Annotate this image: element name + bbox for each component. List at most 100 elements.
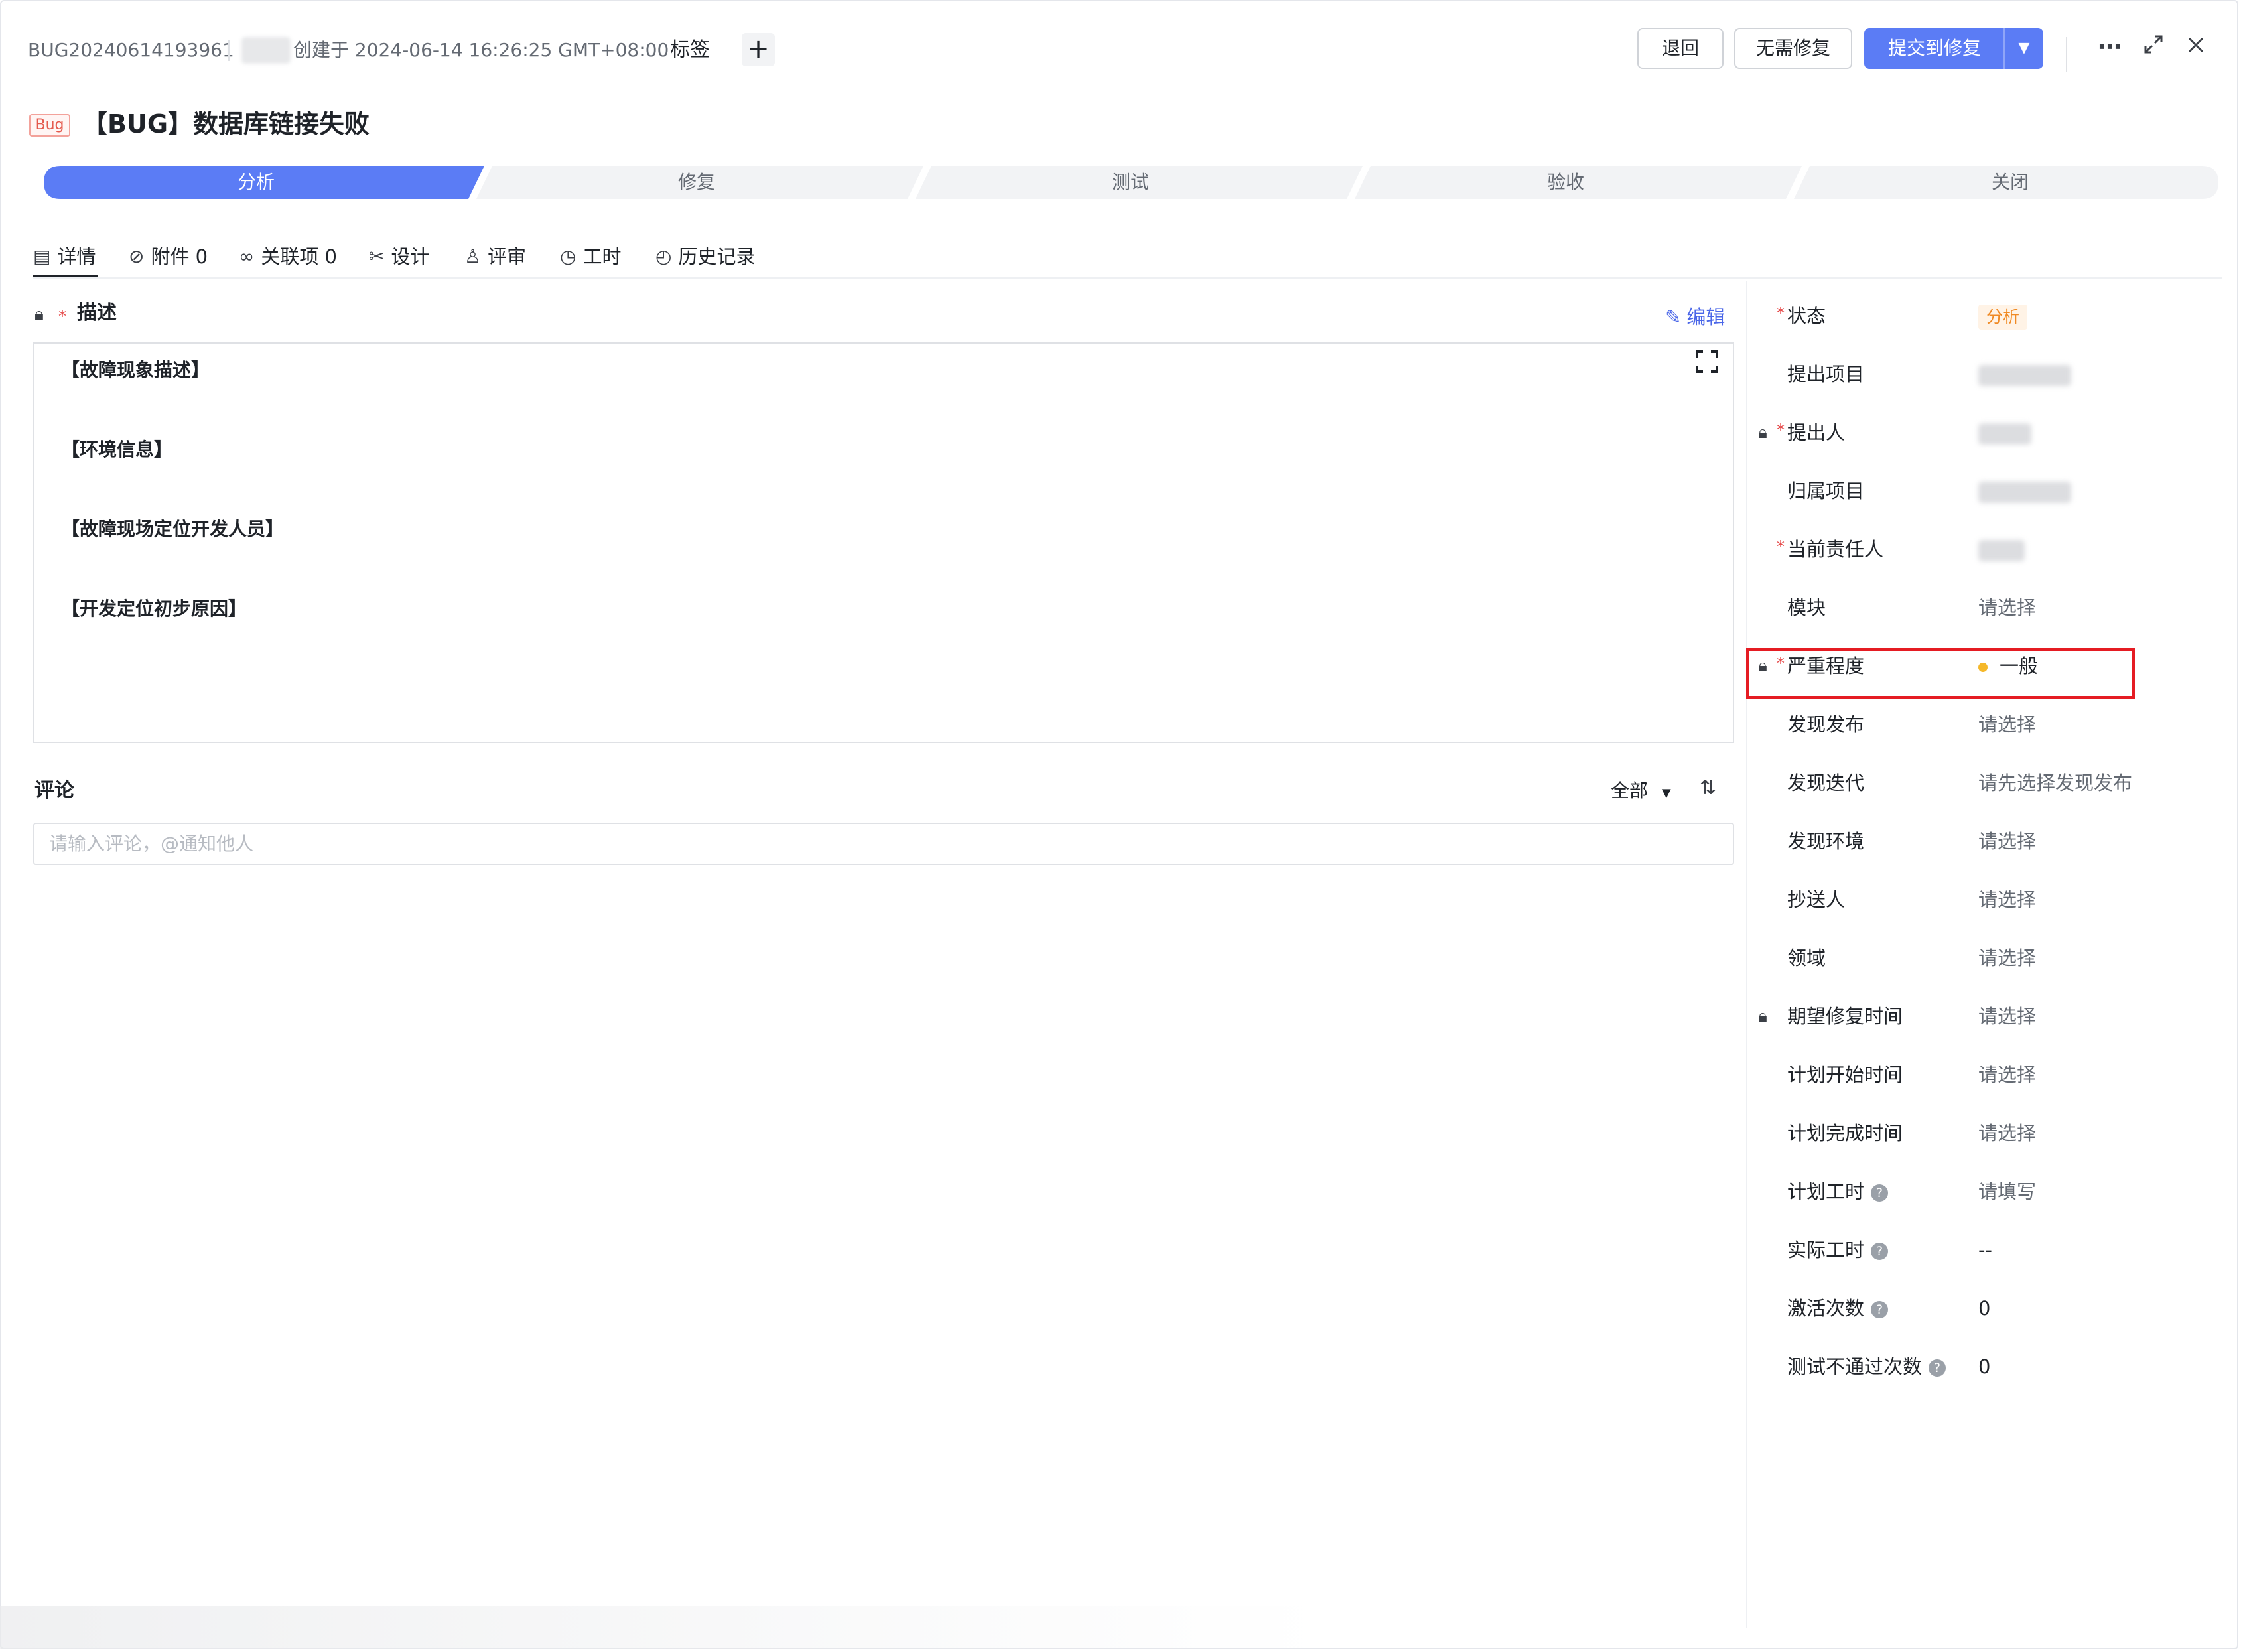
more-icon[interactable]: ⋯ xyxy=(2095,33,2124,62)
prop-domain[interactable]: 领域 请选择 xyxy=(1751,929,2216,987)
required-star: * xyxy=(58,307,66,326)
pencil-icon: ✎ xyxy=(1665,306,1682,328)
fullscreen-icon[interactable] xyxy=(1696,350,1718,379)
submit-dropdown-caret[interactable]: ▼ xyxy=(2003,28,2043,69)
prop-status[interactable]: * 状态 分析 xyxy=(1751,287,2216,345)
caret-down-icon: ▼ xyxy=(1661,786,1671,800)
prop-label: 发现迭代 xyxy=(1787,772,1865,794)
lock-icon: 🔒︎ xyxy=(34,305,44,324)
tab-label: 附件 0 xyxy=(151,245,208,268)
description-editor[interactable]: 【故障现象描述】 【环境信息】 【故障现场定位开发人员】 【开发定位初步原因】 xyxy=(33,342,1734,743)
help-icon[interactable]: ? xyxy=(1871,1301,1889,1318)
prop-value: 请选择 xyxy=(1978,830,2037,853)
prop-value: 请填写 xyxy=(1978,1180,2037,1203)
bottom-scroll-shadow xyxy=(0,1606,1327,1649)
tab-review[interactable]: ♙ 评审 xyxy=(464,241,526,272)
description-line: 【故障现场定位开发人员】 xyxy=(61,518,285,540)
review-icon: ♙ xyxy=(464,245,482,267)
required-star: * xyxy=(1777,537,1785,556)
close-icon[interactable] xyxy=(2181,33,2210,62)
tab-attachments[interactable]: ⊘ 附件 0 xyxy=(129,241,208,272)
tab-design[interactable]: ✂ 设计 xyxy=(369,241,429,272)
help-icon[interactable]: ? xyxy=(1871,1184,1889,1202)
help-icon[interactable]: ? xyxy=(1929,1359,1946,1377)
prop-value: 0 xyxy=(1978,1355,1991,1378)
required-star: * xyxy=(1777,421,1785,439)
edit-button[interactable]: ✎ 编辑 xyxy=(1665,303,1725,332)
tab-label: 工时 xyxy=(582,245,622,268)
comment-filter-dropdown[interactable]: 全部 ▼ xyxy=(1611,778,1671,807)
sidebar-divider xyxy=(1746,281,1747,1628)
prop-test-fail-count: 测试不通过次数? 0 xyxy=(1751,1338,2216,1396)
prop-value: 0 xyxy=(1978,1297,1991,1320)
prop-label: 计划完成时间 xyxy=(1787,1122,1903,1144)
stage-close[interactable]: 关闭 xyxy=(1798,166,2222,199)
prop-label: 发现环境 xyxy=(1787,830,1865,853)
redacted-value xyxy=(1978,540,2025,561)
prop-value: 请先选择发现发布 xyxy=(1978,772,2133,794)
clock-icon: ◷ xyxy=(560,245,577,267)
header-separator xyxy=(228,40,230,61)
active-tab-indicator xyxy=(33,275,98,277)
tab-history[interactable]: ◴ 历史记录 xyxy=(655,241,755,272)
redacted-value xyxy=(1978,365,2071,386)
prop-planned-hours[interactable]: 计划工时? 请填写 xyxy=(1751,1162,2216,1221)
prop-value: 请选择 xyxy=(1978,713,2037,736)
redacted-value xyxy=(1978,423,2031,445)
tabs-divider xyxy=(33,277,2222,279)
stage-accept[interactable]: 验收 xyxy=(1353,166,1778,199)
required-star: * xyxy=(1777,304,1785,322)
prop-value: 请选择 xyxy=(1978,596,2037,619)
comments-title: 评论 xyxy=(34,779,74,802)
description-line: 【故障现象描述】 xyxy=(61,359,210,381)
lock-icon: 🔒︎ xyxy=(1758,1006,1767,1026)
tab-details[interactable]: ▤ 详情 xyxy=(33,241,96,272)
prop-plan-end[interactable]: 计划完成时间 请选择 xyxy=(1751,1104,2216,1162)
prop-label: 提出项目 xyxy=(1787,363,1865,385)
back-button[interactable]: 退回 xyxy=(1637,28,1724,69)
link-icon: ∞ xyxy=(239,245,255,267)
tab-label: 详情 xyxy=(57,245,96,268)
prop-value: 请选择 xyxy=(1978,1122,2037,1144)
prop-value: 请选择 xyxy=(1978,1064,2037,1086)
prop-value: 请选择 xyxy=(1978,888,2037,911)
prop-module[interactable]: 模块 请选择 xyxy=(1751,579,2216,637)
prop-proposing-project[interactable]: 提出项目 xyxy=(1751,345,2216,403)
prop-owning-project[interactable]: 归属项目 xyxy=(1751,462,2216,520)
tab-worktime[interactable]: ◷ 工时 xyxy=(560,241,621,272)
prop-value: -- xyxy=(1978,1239,1992,1261)
prop-cc[interactable]: 抄送人 请选择 xyxy=(1751,870,2216,929)
stage-fix[interactable]: 修复 xyxy=(484,166,909,199)
prop-assignee[interactable]: * 当前责任人 xyxy=(1751,520,2216,579)
stage-analysis[interactable]: 分析 xyxy=(44,166,468,199)
details-icon: ▤ xyxy=(33,245,51,267)
prop-plan-start[interactable]: 计划开始时间 请选择 xyxy=(1751,1046,2216,1104)
description-line: 【环境信息】 xyxy=(61,439,173,460)
stage-test[interactable]: 测试 xyxy=(918,166,1343,199)
no-fix-button[interactable]: 无需修复 xyxy=(1734,28,1852,69)
comment-input[interactable]: 请输入评论，@通知他人 xyxy=(33,823,1734,865)
lock-icon: 🔒︎ xyxy=(1758,423,1767,443)
design-icon: ✂ xyxy=(369,245,385,267)
add-tag-button[interactable]: + xyxy=(742,33,775,66)
tab-links[interactable]: ∞ 关联项 0 xyxy=(239,241,337,272)
prop-proposer[interactable]: 🔒︎ * 提出人 xyxy=(1751,403,2216,462)
prop-label: 抄送人 xyxy=(1787,888,1846,911)
description-title: 描述 xyxy=(77,301,117,324)
redacted-value xyxy=(1978,482,2071,503)
prop-label: 状态 xyxy=(1787,305,1826,327)
created-time: 创建于 2024-06-14 16:26:25 GMT+08:00 xyxy=(293,39,669,61)
prop-found-environment[interactable]: 发现环境 请选择 xyxy=(1751,812,2216,870)
prop-found-iteration[interactable]: 发现迭代 请先选择发现发布 xyxy=(1751,754,2216,812)
expand-icon[interactable] xyxy=(2139,33,2168,62)
prop-label: 激活次数 xyxy=(1787,1297,1865,1320)
status-badge: 分析 xyxy=(1978,305,2028,330)
creator-name-redacted xyxy=(241,37,291,64)
sort-icon[interactable]: ⇅ xyxy=(1700,776,1716,799)
submit-fix-button[interactable]: 提交到修复 xyxy=(1864,28,2005,69)
filter-label: 全部 xyxy=(1611,780,1649,801)
help-icon[interactable]: ? xyxy=(1871,1243,1889,1260)
prop-expected-fix-time[interactable]: 🔒︎ 期望修复时间 请选择 xyxy=(1751,987,2216,1046)
prop-found-release[interactable]: 发现发布 请选择 xyxy=(1751,695,2216,754)
tab-label: 历史记录 xyxy=(678,245,756,268)
